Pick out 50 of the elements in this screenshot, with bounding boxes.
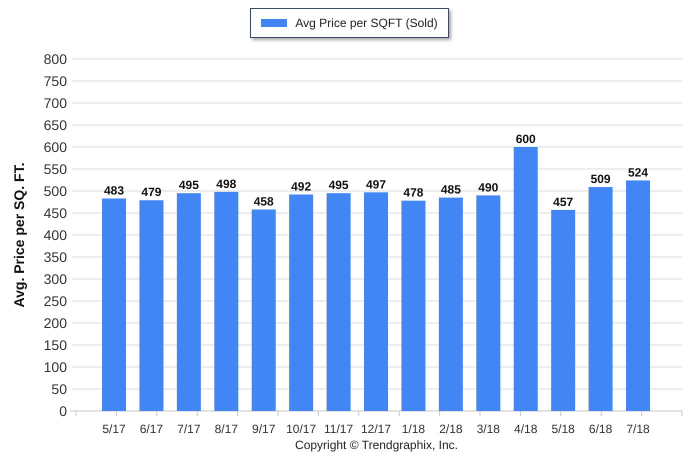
data-label: 497 bbox=[366, 177, 386, 192]
x-tick-label: 4/18 bbox=[514, 422, 538, 436]
y-tick-label: 800 bbox=[44, 51, 67, 67]
data-label: 509 bbox=[590, 172, 611, 186]
data-label: 483 bbox=[104, 183, 124, 198]
y-tick-label: 500 bbox=[44, 183, 67, 199]
y-tick-label: 300 bbox=[44, 271, 67, 287]
data-label: 485 bbox=[440, 182, 461, 197]
y-tick-label: 550 bbox=[44, 161, 67, 177]
legend-label: Avg Price per SQFT (Sold) bbox=[295, 15, 438, 32]
y-tick-label: 600 bbox=[44, 139, 67, 155]
x-tick-label: 3/18 bbox=[476, 422, 500, 436]
y-tick-label: 100 bbox=[44, 359, 67, 375]
data-label: 498 bbox=[216, 176, 236, 191]
data-label: 495 bbox=[328, 178, 349, 192]
y-tick-label: 250 bbox=[44, 293, 67, 309]
x-tick-label: 8/17 bbox=[214, 422, 238, 436]
y-tick-label: 400 bbox=[44, 227, 67, 243]
y-tick-label: 0 bbox=[59, 403, 67, 419]
data-label: 458 bbox=[254, 194, 274, 208]
x-tick-label: 6/18 bbox=[588, 422, 612, 436]
data-label: 490 bbox=[478, 180, 498, 194]
x-tick-label: 11/17 bbox=[324, 422, 354, 436]
y-tick-label: 150 bbox=[44, 337, 67, 353]
y-tick-label: 450 bbox=[44, 205, 67, 221]
x-tick-label: 10/17 bbox=[286, 422, 316, 436]
x-tick-label: 5/18 bbox=[551, 422, 575, 436]
x-tick-label: 6/17 bbox=[140, 422, 164, 436]
x-tick-label: 2/18 bbox=[439, 422, 463, 436]
copyright-text: Copyright © Trendgraphix, Inc. bbox=[295, 437, 458, 454]
y-tick-label: 650 bbox=[44, 117, 67, 133]
data-label: 479 bbox=[141, 185, 162, 200]
y-tick-label: 200 bbox=[44, 315, 67, 331]
x-tick-label: 12/17 bbox=[361, 422, 392, 436]
y-axis-title: Avg. Price per SQ. FT. bbox=[11, 162, 27, 308]
data-label: 478 bbox=[403, 186, 424, 200]
y-tick-label: 50 bbox=[51, 381, 67, 397]
x-tick-label: 5/17 bbox=[102, 422, 126, 436]
data-label: 492 bbox=[291, 180, 312, 194]
x-tick-label: 9/17 bbox=[252, 422, 276, 436]
data-label: 600 bbox=[516, 132, 536, 146]
y-tick-label: 750 bbox=[44, 73, 67, 89]
data-label: 524 bbox=[628, 165, 648, 180]
data-label: 495 bbox=[178, 178, 199, 192]
x-tick-label: 7/18 bbox=[626, 422, 650, 436]
x-tick-label: 7/17 bbox=[177, 422, 201, 436]
y-tick-label: 350 bbox=[44, 249, 67, 265]
x-tick-label: 1/18 bbox=[402, 422, 426, 436]
y-tick-label: 700 bbox=[44, 95, 67, 111]
data-label: 457 bbox=[553, 194, 574, 209]
